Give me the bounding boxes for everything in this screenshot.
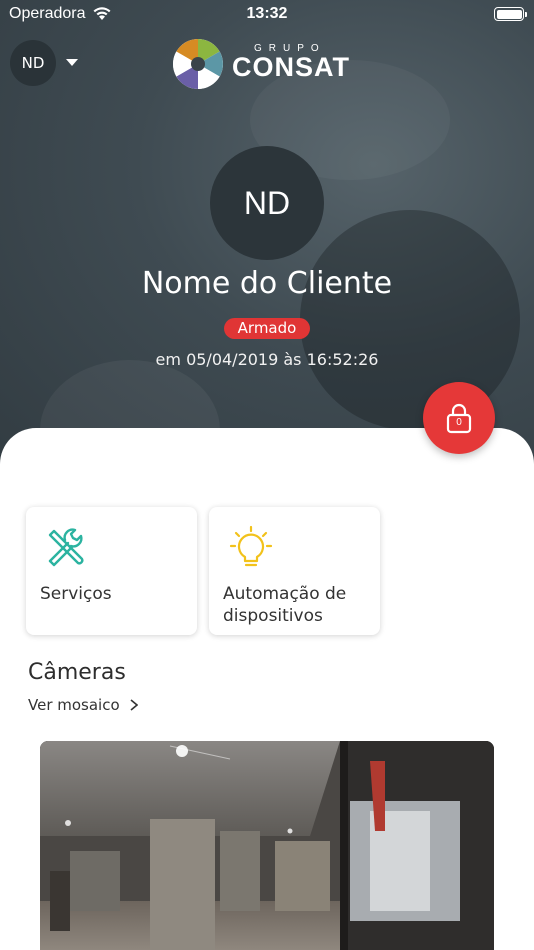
- mosaic-link[interactable]: Ver mosaico: [28, 696, 138, 714]
- services-label: Serviços: [40, 584, 112, 604]
- padlock-icon: 0: [445, 402, 473, 434]
- chevron-right-icon: [130, 699, 138, 711]
- avatar: ND: [10, 40, 56, 86]
- automation-label: Automação de dispositivos: [223, 584, 347, 626]
- tools-icon: [48, 528, 84, 567]
- chevron-down-icon: [66, 59, 78, 66]
- status-timestamp: em 05/04/2019 às 16:52:26: [155, 350, 379, 369]
- automation-card[interactable]: Automação de dispositivos: [209, 507, 380, 635]
- status-badge: Armado: [224, 318, 310, 339]
- cameras-heading: Câmeras: [28, 660, 126, 685]
- mosaic-link-label: Ver mosaico: [28, 696, 120, 714]
- lock-count: 0: [456, 417, 462, 428]
- services-card[interactable]: Serviços: [26, 507, 197, 635]
- lock-button[interactable]: 0: [423, 382, 495, 454]
- client-name: Nome do Cliente: [141, 266, 393, 301]
- battery-icon: [494, 7, 527, 21]
- consat-logo-icon: [173, 39, 223, 89]
- camera-image: [40, 741, 494, 950]
- lightbulb-icon: [229, 525, 273, 567]
- camera-feed[interactable]: [40, 741, 494, 950]
- clock: 13:32: [246, 5, 288, 22]
- brand-logo: GRUPO CONSAT: [172, 38, 372, 90]
- client-avatar: ND: [210, 146, 324, 260]
- status-bar: Operadora 13:32: [0, 0, 534, 28]
- account-switcher[interactable]: ND: [10, 40, 82, 86]
- logo-name-text: CONSAT: [232, 52, 350, 82]
